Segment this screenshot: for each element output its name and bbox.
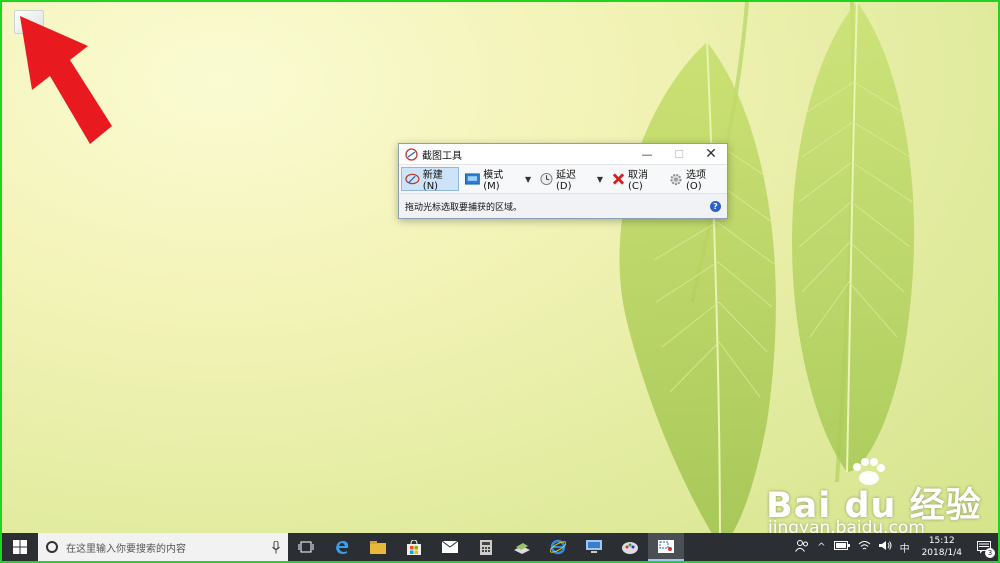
- desktop: 截图工具 — ☐ ✕ 新建(N) 模式(M) ▼ 延迟(D) ▼ 取消(C) 选…: [0, 0, 1000, 563]
- cancel-label: 取消(C): [627, 170, 648, 192]
- snipping-tool-taskbar-icon[interactable]: [648, 533, 684, 561]
- notification-count: 3: [985, 548, 995, 558]
- delay-dropdown-arrow[interactable]: ▼: [597, 175, 603, 184]
- toolbar: 新建(N) 模式(M) ▼ 延迟(D) ▼ 取消(C) 选项(O): [399, 165, 727, 194]
- clock-icon: [540, 172, 553, 186]
- status-text: 拖动光标选取要捕获的区域。: [405, 202, 523, 213]
- paint-icon[interactable]: [612, 533, 648, 561]
- ime-indicator[interactable]: 中: [896, 540, 914, 555]
- scissors-icon: [405, 147, 418, 161]
- system-tray: ^ 中 15:12 2018/1/4 3: [791, 533, 998, 561]
- minimize-button[interactable]: —: [631, 144, 663, 164]
- mode-button[interactable]: 模式(M): [462, 167, 520, 192]
- books-icon[interactable]: [504, 533, 540, 561]
- new-snip-icon: [405, 173, 420, 185]
- calculator-icon[interactable]: [468, 533, 504, 561]
- mode-label: 模式(M): [483, 170, 504, 192]
- delay-label: 延迟(D): [556, 170, 577, 192]
- file-explorer-icon[interactable]: [360, 533, 396, 561]
- options-button[interactable]: 选项(O): [666, 167, 722, 192]
- volume-icon[interactable]: [875, 540, 896, 554]
- chevron-up-icon[interactable]: ^: [813, 542, 829, 553]
- clock-date: 2018/1/4: [921, 548, 962, 558]
- mail-icon[interactable]: [432, 533, 468, 561]
- delay-button[interactable]: 延迟(D): [537, 167, 592, 192]
- baidu-watermark: Bai du 经验 jingyan.baidu.com: [766, 457, 996, 542]
- task-view-icon[interactable]: [288, 533, 324, 561]
- help-icon[interactable]: ?: [710, 200, 721, 212]
- store-icon[interactable]: [396, 533, 432, 561]
- start-button[interactable]: [2, 533, 38, 561]
- window-title: 截图工具: [422, 150, 462, 162]
- close-button[interactable]: ✕: [695, 144, 727, 164]
- cancel-button[interactable]: 取消(C): [609, 167, 663, 192]
- cancel-icon: [612, 173, 625, 185]
- new-button[interactable]: 新建(N): [401, 167, 460, 192]
- search-box[interactable]: 在这里输入你要搜索的内容: [38, 533, 288, 561]
- snipping-tool-window: 截图工具 — ☐ ✕ 新建(N) 模式(M) ▼ 延迟(D) ▼ 取消(C) 选…: [398, 143, 728, 219]
- people-icon[interactable]: [791, 539, 813, 555]
- gear-icon: [670, 173, 682, 185]
- microphone-icon[interactable]: [272, 540, 280, 554]
- action-center-button[interactable]: 3: [970, 533, 998, 561]
- red-arrow-icon: [20, 16, 112, 144]
- mode-dropdown-arrow[interactable]: ▼: [525, 175, 531, 184]
- mode-icon: [465, 173, 481, 185]
- cortana-icon[interactable]: [46, 541, 58, 553]
- clock-time: 15:12: [928, 536, 955, 546]
- battery-icon[interactable]: [830, 541, 854, 553]
- clock[interactable]: 15:12 2018/1/4: [914, 535, 970, 559]
- internet-explorer-icon[interactable]: [540, 533, 576, 561]
- remote-desktop-icon[interactable]: [576, 533, 612, 561]
- taskbar: 在这里输入你要搜索的内容 ^ 中 15:12 2018/1/4 3: [2, 533, 998, 561]
- edge-icon[interactable]: [324, 533, 360, 561]
- options-label: 选项(O): [686, 170, 707, 192]
- title-bar[interactable]: 截图工具 — ☐ ✕: [399, 144, 727, 165]
- windows-icon: [13, 540, 27, 554]
- maximize-button: ☐: [674, 147, 684, 161]
- new-label: 新建(N): [422, 170, 443, 192]
- search-placeholder: 在这里输入你要搜索的内容: [66, 543, 186, 555]
- status-bar: 拖动光标选取要捕获的区域。 ?: [399, 194, 727, 218]
- wifi-icon[interactable]: [854, 540, 875, 554]
